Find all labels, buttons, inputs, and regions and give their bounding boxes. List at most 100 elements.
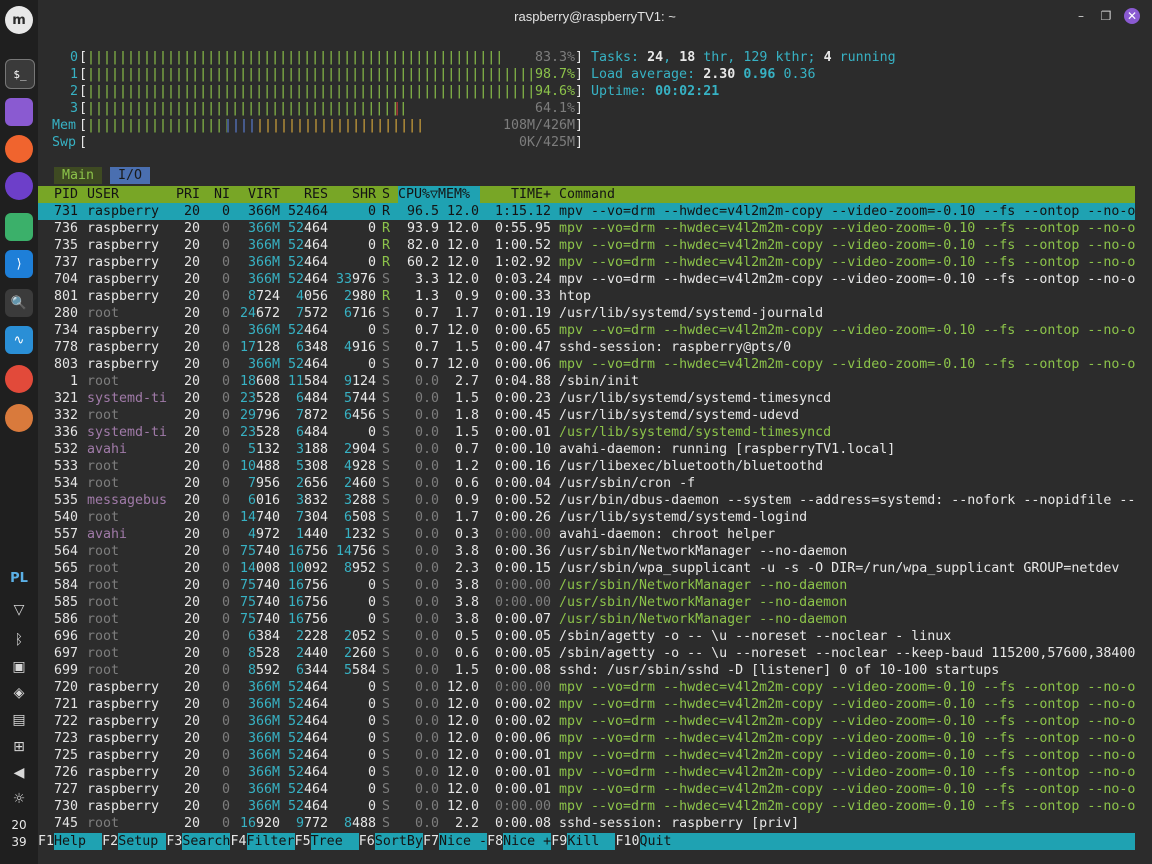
close-icon[interactable]: ✕ [1124,8,1140,24]
cell-shr: 0 [367,697,376,712]
process-row[interactable]: 585 root 20 0 75740 16756 0 S 0.0 3.8 0:00.00/usr/… [38,594,1135,611]
monitor-icon[interactable]: ∿ [5,326,33,354]
process-row[interactable]: 704 raspberry 20 0 366M 52464 33976 S 3.3 12.0 0:0… [38,271,1135,288]
cell-cmd: /usr/libexec/bluetooth/bluetoothd [559,459,824,474]
clock[interactable]: 20 39 [0,817,38,851]
printer-icon[interactable]: ▤ [9,711,29,729]
minimize-icon[interactable]: – [1073,8,1089,24]
process-row[interactable]: 727 raspberry 20 0 366M 52464 0 S 0.0 12.0 0:00.01… [38,781,1135,798]
process-row[interactable]: 1 root 20 0 18608 11584 9124 S 0.0 2.7 0:04.88/sbi… [38,373,1135,390]
process-row[interactable]: 532 avahi 20 0 5132 3188 2904 S 0.0 0.7 0:00.10 ava… [38,441,1135,458]
window-titlebar[interactable]: raspberry@raspberryTV1: ~ – ❐ ✕ [38,0,1152,33]
cell-res: 52464 [287,357,328,372]
cell-pri: 20 [183,697,200,712]
process-row[interactable]: 803 raspberry 20 0 366M 52464 0 S 0.7 12.0 0:00.06… [38,356,1135,373]
cell-time: 0:00.04 [494,476,551,491]
maximize-icon[interactable]: ❐ [1098,8,1114,24]
cell-pri: 20 [183,816,200,831]
terminal-icon[interactable]: $_ [5,59,35,89]
process-row[interactable]: 332 root 20 0 29796 7872 6456 S 0.0 1.8 0:00.45/us… [38,407,1135,424]
fkey-f7-label[interactable]: Nice - [439,833,488,850]
bluetooth-icon[interactable]: ᛒ [9,631,29,649]
fkey-f10-label[interactable]: Quit [639,833,1135,850]
process-row[interactable]: 731 raspberry 20 0 366M 52464 0 R 96.5 12.0 1:15.1… [38,203,1135,220]
process-row[interactable]: 801 raspberry 20 0 8724 4056 2980 R 1.3 0.9 0:00.3… [38,288,1135,305]
fkey-f6-label[interactable]: SortBy [374,833,423,850]
app-icon[interactable] [5,172,33,200]
process-row[interactable]: 699 root 20 0 8592 6344 5584 S 0.0 1.5 0:00.08 sshd… [38,662,1135,679]
process-row[interactable]: 540 root 20 0 14740 7304 6508 S 0.0 1.7 0:00.26/us… [38,509,1135,526]
terminal-area[interactable]: 0[||||||||||||||||||||||||||||||||||||||… [38,33,1152,864]
cell-user: raspberry [87,714,160,729]
process-row[interactable]: 557 avahi 20 0 4972 1440 1232 S 0.0 0.3 0:00.00 ava… [38,526,1135,543]
search-tool-icon[interactable]: 🔍 [5,289,33,317]
cell-pid: 565 [53,561,78,576]
vscode-icon[interactable]: ⟩ [5,250,33,278]
cell-pid: 535 [53,493,78,508]
tab-main[interactable]: Main [54,167,102,184]
cell-res: 7872 [295,408,328,423]
fkey-f4-label[interactable]: Filter [246,833,295,850]
process-row[interactable]: 734 raspberry 20 0 366M 52464 0 S 0.7 12.0 0:00.65… [38,322,1135,339]
cell-virt: 8724 [247,289,280,304]
process-row[interactable]: 735 raspberry 20 0 366M 52464 0 R 82.0 12.0 1:00.5… [38,237,1135,254]
cell-virt: 75740 [239,612,280,627]
process-row[interactable]: 565 root 20 0 14008 10092 8952 S 0.0 2.3 0:00.15/u… [38,560,1135,577]
network-triangle-icon[interactable]: ▽ [9,601,29,619]
brightness-icon[interactable]: ☼ [9,790,29,808]
keyboard-layout-indicator[interactable]: PL [0,571,38,586]
process-row[interactable]: 720 raspberry 20 0 366M 52464 0 S 0.0 12.0 0:00.00… [38,679,1135,696]
process-row[interactable]: 723 raspberry 20 0 366M 52464 0 S 0.0 12.0 0:00.06… [38,730,1135,747]
firefox-icon[interactable] [5,135,33,163]
fkey-f2-label[interactable]: Setup [118,833,167,850]
fkey-f1-label[interactable]: Help [54,833,103,850]
cell-s: S [382,357,391,372]
cell-s: S [382,663,391,678]
uptime-line: Uptime: 00:02:21 [38,83,1138,100]
process-row[interactable]: 722 raspberry 20 0 366M 52464 0 S 0.0 12.0 0:00.02… [38,713,1135,730]
process-row[interactable]: 737 raspberry 20 0 366M 52464 0 R 60.2 12.0 1:02.9… [38,254,1135,271]
process-row[interactable]: 584 root 20 0 75740 16756 0 S 0.0 3.8 0:00.00/usr/… [38,577,1135,594]
chrome-icon[interactable] [5,365,33,393]
cell-res: 52464 [287,731,328,746]
cell-ni: 0 [221,799,230,814]
chromium-icon[interactable] [5,404,33,432]
fkey-f8-label[interactable]: Nice + [503,833,552,850]
mint-menu-icon[interactable]: m [5,6,33,34]
cell-cmd: mpv --vo=drm --hwdec=v4l2m2m-copy --vide… [559,238,1135,253]
process-row[interactable]: 586 root 20 0 75740 16756 0 S 0.0 3.8 0:00.07/usr/… [38,611,1135,628]
cell-pri: 20 [183,204,200,219]
process-row[interactable]: 534 root 20 0 7956 2656 2460 S 0.0 0.6 0:00.04/usr… [38,475,1135,492]
process-row[interactable]: 336 systemd-ti 20 0 23528 6484 0 S 0.0 1.5 0:00.01… [38,424,1135,441]
process-row[interactable]: 721 raspberry 20 0 366M 52464 0 S 0.0 12.0 0:00.02… [38,696,1135,713]
process-row[interactable]: 730 raspberry 20 0 366M 52464 0 S 0.0 12.0 0:00.00… [38,798,1135,815]
process-row[interactable]: 535 messagebus 20 0 6016 3832 3288 S 0.0 0.9 0:00.… [38,492,1135,509]
process-row[interactable]: 697 root 20 0 8528 2440 2260 S 0.0 0.6 0:00.05/sbi… [38,645,1135,662]
clipboard-icon[interactable]: ▣ [9,658,29,676]
process-row[interactable]: 725 raspberry 20 0 366M 52464 0 S 0.0 12.0 0:00.01… [38,747,1135,764]
volume-icon[interactable]: ◀ [9,764,29,782]
process-row[interactable]: 745 root 20 0 16920 9772 8488 S 0.0 2.2 0:00.08 ssh… [38,815,1135,832]
process-row[interactable]: 564 root 20 0 75740 16756 14756 S 0.0 3.8 0:00.36 /… [38,543,1135,560]
files-icon[interactable] [5,98,33,126]
process-row[interactable]: 726 raspberry 20 0 366M 52464 0 S 0.0 12.0 0:00.01… [38,764,1135,781]
cell-s: S [382,476,391,491]
cell-res: 16756 [287,544,328,559]
fkey-f9-label[interactable]: Kill [567,833,616,850]
cell-ni: 0 [221,527,230,542]
process-row[interactable]: 696 root 20 0 6384 2228 2052 S 0.0 0.5 0:00.05/sbi… [38,628,1135,645]
fkey-f5-label[interactable]: Tree [310,833,359,850]
tab-io[interactable]: I/O [110,167,150,184]
process-row[interactable]: 321 systemd-ti 20 0 23528 6484 5744 S 0.0 1.5 0:00… [38,390,1135,407]
process-row[interactable]: 533 root 20 0 10488 5308 4928 S 0.0 1.2 0:00.16/us… [38,458,1135,475]
process-row[interactable]: 280 root 20 0 24672 7572 6716 S 0.7 1.7 0:01.19/us… [38,305,1135,322]
cell-time: 0:00.05 [494,629,551,644]
cell-user: avahi [87,442,128,457]
process-row[interactable]: 736 raspberry 20 0 366M 52464 0 R 93.9 12.0 0:55.9… [38,220,1135,237]
load-part: Load average: [591,67,696,82]
fkey-f3-label[interactable]: Search [182,833,231,850]
process-row[interactable]: 778 raspberry 20 0 17128 6348 4916 S 0.7 1.5 0:00.… [38,339,1135,356]
shield-icon[interactable]: ◈ [9,684,29,702]
network-icon[interactable]: ⊞ [9,738,29,756]
settings-icon[interactable] [5,213,33,241]
